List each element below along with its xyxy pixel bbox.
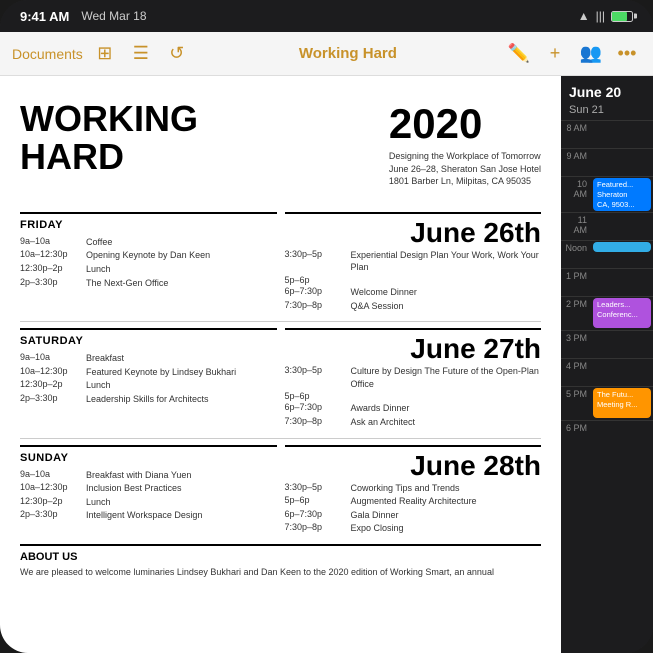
section-divider: [20, 321, 541, 322]
list-item: 6p–7:30p Gala Dinner: [285, 509, 542, 522]
cal-time-row: 10 AM Featured...SheratonCA, 9503...: [561, 176, 653, 212]
list-item: 12:30p–2p Lunch: [20, 263, 277, 276]
doc-subtitle: Designing the Workplace of TomorrowJune …: [389, 150, 541, 188]
list-item: 10a–12:30p Inclusion Best Practices: [20, 482, 277, 495]
list-item: 5p–6p: [285, 391, 542, 401]
layout-icon[interactable]: ⊞: [91, 40, 119, 68]
document-pane: WORKINGHARD 2020 Designing the Workplace…: [0, 76, 561, 653]
sunday-date: June 28th: [285, 445, 542, 482]
signal-icon: |||: [596, 9, 605, 23]
doc-year: 2020: [389, 100, 541, 148]
cal-time-row: 9 AM: [561, 148, 653, 176]
list-item: 9a–10a Coffee: [20, 236, 277, 249]
cal-event[interactable]: Leaders...Conferenc...: [593, 298, 651, 328]
section-divider: [20, 438, 541, 439]
list-item: 7:30p–8p Expo Closing: [285, 522, 542, 535]
list-item: 6p–7:30p Welcome Dinner: [285, 286, 542, 299]
list-item: 3:30p–5p Experiential Design Plan Your W…: [285, 249, 542, 274]
list-item: 9a–10a Breakfast: [20, 352, 277, 365]
document-title: Working Hard: [199, 45, 497, 62]
pen-icon[interactable]: ✏️: [505, 40, 533, 68]
wifi-icon: ▲: [578, 9, 590, 23]
cal-time-row: 4 PM: [561, 358, 653, 386]
list-item: 2p–3:30p Leadership Skills for Architect…: [20, 393, 277, 406]
list-icon[interactable]: ☰: [127, 40, 155, 68]
about-label: ABOUT US: [20, 551, 541, 563]
saturday-date: June 27th: [285, 328, 542, 365]
cal-time-row: 2 PM Leaders...Conferenc...: [561, 296, 653, 330]
cal-event[interactable]: Featured...SheratonCA, 9503...: [593, 178, 651, 211]
cal-time-row: 11 AM: [561, 212, 653, 240]
cal-time-row: 6 PM: [561, 420, 653, 448]
cal-time-row: 8 AM: [561, 120, 653, 148]
sunday-section: SUNDAY 9a–10a Breakfast with Diana Yuen …: [20, 445, 541, 536]
doc-header: WORKINGHARD 2020 Designing the Workplace…: [20, 100, 541, 196]
doc-main-title: WORKINGHARD: [20, 100, 198, 176]
list-item: 5p–6p: [285, 275, 542, 285]
cal-time-row: Noon: [561, 240, 653, 268]
list-item: 10a–12:30p Opening Keynote by Dan Keen: [20, 249, 277, 262]
cal-time-row: 1 PM: [561, 268, 653, 296]
list-item: 7:30p–8p Q&A Session: [285, 300, 542, 313]
main-area: WORKINGHARD 2020 Designing the Workplace…: [0, 76, 653, 653]
list-item: 9a–10a Breakfast with Diana Yuen: [20, 469, 277, 482]
cal-event[interactable]: [593, 242, 651, 252]
list-item: 3:30p–5p Culture by Design The Future of…: [285, 365, 542, 390]
cal-time-row: 5 PM The Futu...Meeting R...: [561, 386, 653, 420]
cal-time-row: 3 PM: [561, 330, 653, 358]
friday-header: FRIDAY: [20, 212, 277, 231]
status-icons: ▲ |||: [578, 9, 633, 23]
saturday-section: SATURDAY 9a–10a Breakfast 10a–12:30p Fea…: [20, 328, 541, 429]
list-item: 12:30p–2p Lunch: [20, 496, 277, 509]
about-text: We are pleased to welcome luminaries Lin…: [20, 566, 541, 580]
list-item: 12:30p–2p Lunch: [20, 379, 277, 392]
battery-icon: [611, 11, 633, 22]
cal-month-header: June 20: [561, 76, 653, 104]
history-icon[interactable]: ↺: [163, 40, 191, 68]
status-time: 9:41 AM: [20, 9, 69, 24]
list-item: 3:30p–5p Coworking Tips and Trends: [285, 482, 542, 495]
sunday-header: SUNDAY: [20, 445, 277, 464]
more-icon[interactable]: •••: [613, 40, 641, 68]
status-date: Wed Mar 18: [81, 9, 146, 23]
add-icon[interactable]: +: [541, 40, 569, 68]
list-item: 10a–12:30p Featured Keynote by Lindsey B…: [20, 366, 277, 379]
list-item: 5p–6p Augmented Reality Architecture: [285, 495, 542, 508]
list-item: 7:30p–8p Ask an Architect: [285, 416, 542, 429]
doc-year-block: 2020 Designing the Workplace of Tomorrow…: [389, 100, 541, 188]
friday-date: June 26th: [285, 212, 542, 249]
cal-event[interactable]: The Futu...Meeting R...: [593, 388, 651, 418]
status-bar: 9:41 AM Wed Mar 18 ▲ |||: [0, 0, 653, 32]
saturday-header: SATURDAY: [20, 328, 277, 347]
share-icon[interactable]: 👥: [577, 40, 605, 68]
calendar-pane: June 20 Sun 21 8 AM 9 AM 10 AM Featured.…: [561, 76, 653, 653]
list-item: 6p–7:30p Awards Dinner: [285, 402, 542, 415]
list-item: 2p–3:30p Intelligent Workspace Design: [20, 509, 277, 522]
list-item: 2p–3:30p The Next-Gen Office: [20, 277, 277, 290]
cal-day-label: Sun 21: [561, 104, 653, 120]
documents-button[interactable]: Documents: [12, 46, 83, 62]
toolbar: Documents ⊞ ☰ ↺ Working Hard ✏️ + 👥 •••: [0, 32, 653, 76]
device-frame: 9:41 AM Wed Mar 18 ▲ ||| Documents ⊞ ☰ ↺…: [0, 0, 653, 653]
about-section: ABOUT US We are pleased to welcome lumin…: [20, 544, 541, 580]
friday-section: FRIDAY 9a–10a Coffee 10a–12:30p Opening …: [20, 212, 541, 313]
